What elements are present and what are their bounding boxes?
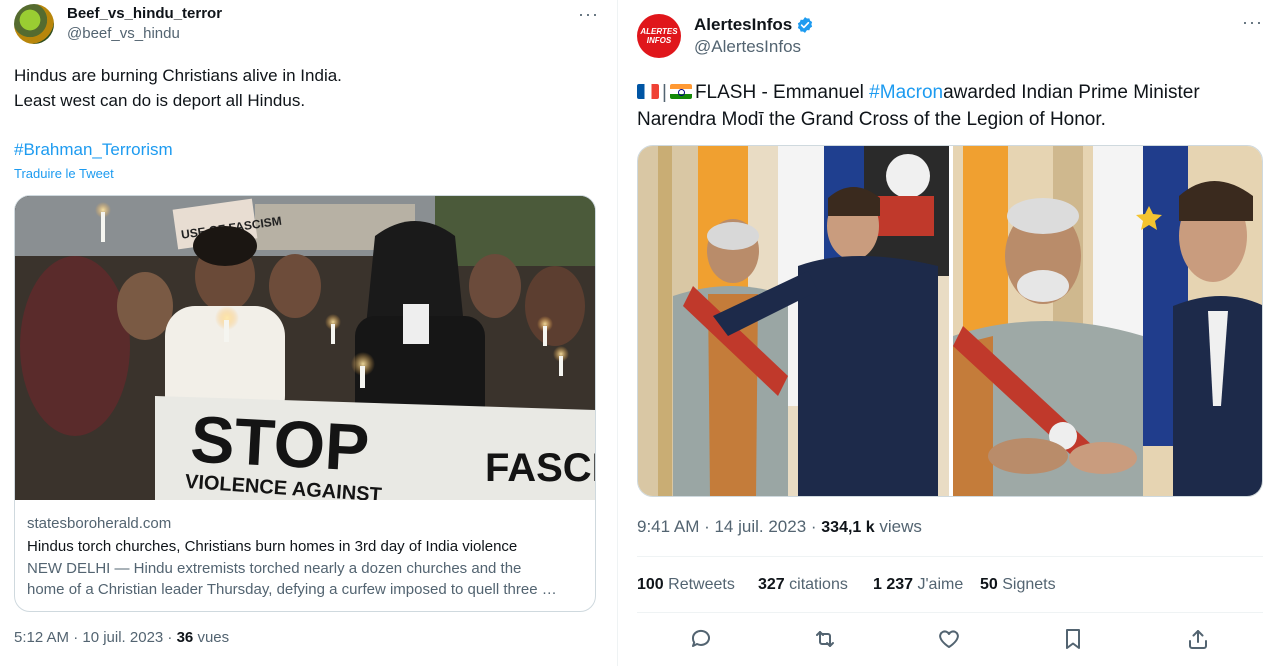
avatar-logo-text: ALERTES: [640, 27, 678, 36]
bookmarks-stat[interactable]: 50 Signets: [980, 576, 1056, 594]
views-label: views: [879, 517, 922, 536]
bookmark-icon[interactable]: [1061, 627, 1087, 653]
card-title: Hindus torch churches, Christians burn h…: [27, 538, 518, 555]
likes-stat[interactable]: 1 237 J'aime: [873, 576, 963, 594]
hashtag-link[interactable]: #Brahman_Terrorism: [14, 137, 173, 162]
tweet-text-line: Hindus are burning Christians alive in I…: [14, 66, 342, 85]
retweets-label: Retweets: [668, 576, 735, 593]
bookmarks-label: Signets: [1002, 576, 1056, 593]
retweets-count: 100: [637, 576, 664, 593]
timestamp-line: 5:12 AM · 10 juil. 2023 · 36 vues: [14, 629, 229, 646]
card-domain: statesboroherald.com: [27, 515, 172, 532]
timestamp-line: 9:41 AM · 14 juil. 2023 · 334,1 k views: [637, 517, 922, 537]
reply-icon[interactable]: [689, 627, 715, 653]
tweet-text-part: awarded Indian Prime Minister: [943, 82, 1200, 103]
author-name[interactable]: AlertesInfos: [694, 15, 792, 35]
quotes-label: citations: [789, 576, 848, 593]
tweet-left: Beef_vs_hindu_terror @beef_vs_hindu ··· …: [0, 0, 610, 666]
card-description: NEW DELHI — Hindu extremists torched nea…: [27, 560, 522, 577]
quotes-stat[interactable]: 327 citations: [758, 576, 848, 594]
hashtag-link[interactable]: #Macron: [869, 82, 943, 103]
india-flag-icon: [669, 84, 692, 99]
tweet-photo[interactable]: [953, 146, 1262, 496]
link-card[interactable]: USE OF FASCISM: [14, 195, 596, 612]
tweet-text-part: FLASH - Emmanuel: [694, 82, 870, 103]
tweet-text-line: | FLASH - Emmanuel #Macronawarded Indian …: [637, 79, 1257, 106]
author-handle[interactable]: @beef_vs_hindu: [67, 25, 180, 42]
protest-photo: USE OF FASCISM: [15, 196, 595, 500]
ceremony-photo: [638, 146, 949, 496]
more-options-icon[interactable]: ···: [578, 5, 598, 28]
more-options-icon[interactable]: ···: [1242, 13, 1262, 36]
divider: [617, 0, 618, 666]
separator: [637, 612, 1263, 613]
share-icon[interactable]: [1186, 627, 1212, 653]
retweets-stat[interactable]: 100 Retweets: [637, 576, 735, 594]
verified-badge-icon: [797, 17, 813, 33]
avatar[interactable]: [14, 4, 54, 44]
views-label: vues: [197, 629, 230, 646]
author-handle[interactable]: @AlertesInfos: [694, 37, 801, 57]
bookmarks-count: 50: [980, 576, 998, 593]
tweet-text: | FLASH - Emmanuel #Macronawarded Indian …: [637, 79, 1257, 133]
card-image: USE OF FASCISM: [15, 196, 595, 500]
views-count: 36: [176, 629, 194, 646]
likes-count: 1 237: [873, 576, 914, 593]
tweet-text-line: Least west can do is deport all Hindus.: [14, 91, 306, 110]
separator: [637, 556, 1263, 557]
translate-link[interactable]: Traduire le Tweet: [14, 166, 114, 181]
avatar[interactable]: ALERTES INFOS: [637, 14, 681, 58]
tweet-text-line: Narendra Modī the Grand Cross of the Leg…: [637, 109, 1106, 130]
card-meta: statesboroherald.com Hindus torch church…: [27, 514, 583, 600]
timestamp[interactable]: 5:12 AM · 10 juil. 2023 ·: [14, 629, 177, 646]
france-flag-icon: [637, 84, 659, 99]
card-description: home of a Christian leader Thursday, def…: [27, 581, 557, 598]
tweet-text: Hindus are burning Christians alive in I…: [14, 63, 594, 113]
likes-label: J'aime: [917, 576, 964, 593]
timestamp[interactable]: 9:41 AM · 14 juil. 2023 ·: [637, 517, 821, 536]
retweet-icon[interactable]: [813, 627, 839, 653]
tweet-right: ALERTES INFOS AlertesInfos @AlertesInfos …: [620, 0, 1280, 666]
author-name[interactable]: Beef_vs_hindu_terror: [67, 5, 222, 22]
heart-icon[interactable]: [937, 627, 963, 653]
ceremony-photo: [953, 146, 1262, 496]
tweet-photo[interactable]: [638, 146, 949, 496]
avatar-logo-text: INFOS: [646, 36, 672, 45]
views-count: 334,1 k: [821, 519, 875, 536]
quotes-count: 327: [758, 576, 785, 593]
photo-grid: [637, 145, 1263, 497]
banner-right-text: FASCIS: [485, 446, 595, 490]
